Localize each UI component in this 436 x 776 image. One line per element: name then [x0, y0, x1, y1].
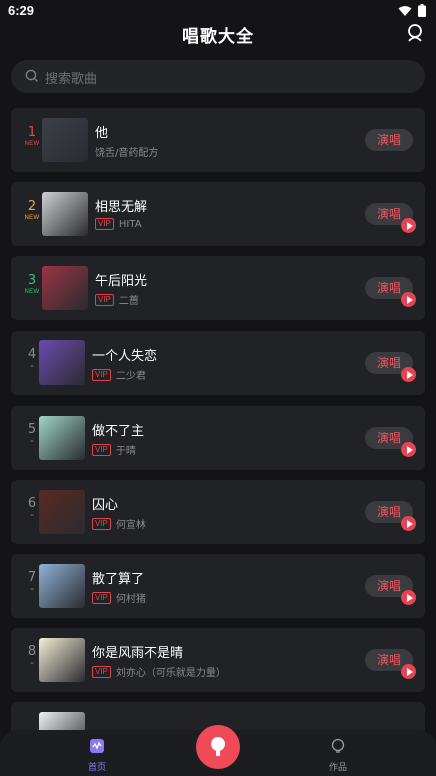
tab-home-label: 首页: [87, 763, 106, 773]
vip-badge: VIP: [92, 591, 111, 604]
song-artist: 于晴: [115, 446, 136, 457]
song-card[interactable]: 7- 散了算了 VIP 何村猪 演唱: [11, 554, 425, 618]
song-meta: 饶舌/音药配方: [95, 144, 158, 159]
record-button[interactable]: [196, 725, 240, 769]
song-meta: VIP 二少君: [92, 367, 146, 382]
mic-icon: [211, 737, 225, 756]
song-title: 做不了主: [92, 424, 145, 439]
sing-button[interactable]: 演唱: [365, 129, 413, 151]
vip-badge: VIP: [92, 665, 111, 678]
album-cover: [42, 118, 88, 162]
song-artist: 何村猪: [115, 594, 146, 605]
album-cover: [39, 564, 85, 608]
song-artist: HITA: [118, 218, 142, 230]
song-title: 囚心: [92, 498, 119, 513]
search-placeholder: 搜索歌曲: [45, 72, 98, 87]
play-icon[interactable]: [401, 664, 416, 679]
song-card[interactable]: 8- 你是风雨不是晴 VIP 刘亦心（可乐就是力量） 演唱: [11, 628, 425, 692]
wifi-icon: [398, 5, 412, 16]
song-meta: VIP 何宣林: [92, 516, 146, 531]
album-cover: [39, 490, 85, 534]
song-card[interactable]: 5- 做不了主 VIP 于晴 演唱: [11, 406, 425, 470]
home-tab-icon: [90, 739, 104, 753]
vip-badge: VIP: [92, 368, 111, 381]
song-artist: 刘亦心（可乐就是力量）: [115, 668, 226, 679]
play-icon[interactable]: [401, 442, 416, 457]
song-card[interactable]: 3 NEW 午后阳光 VIP 二蔷 演唱: [11, 256, 425, 320]
song-card[interactable]: 6- 囚心 VIP 何宣林 演唱: [11, 480, 425, 544]
vip-badge: VIP: [95, 218, 114, 230]
play-icon[interactable]: [401, 292, 416, 307]
header: 唱歌大全: [0, 18, 436, 48]
user-center-icon[interactable]: [404, 22, 426, 44]
album-cover: [39, 416, 85, 460]
search-input[interactable]: 搜索歌曲: [11, 60, 425, 93]
song-meta: VIP HITA: [95, 218, 142, 230]
album-cover: [39, 638, 85, 682]
song-title: 午后阳光: [95, 274, 148, 289]
page-title: 唱歌大全: [182, 27, 254, 47]
song-artist: 饶舌/音药配方: [95, 148, 159, 159]
vip-badge: VIP: [95, 293, 114, 306]
vip-badge: VIP: [92, 517, 111, 530]
tab-home[interactable]: 首页: [77, 738, 117, 773]
song-title: 一个人失恋: [92, 349, 158, 364]
song-artist: 何宣林: [115, 520, 146, 531]
search-icon: [25, 69, 38, 82]
bulb-tab-icon: [331, 738, 345, 753]
song-card[interactable]: 2 NEW 相思无解 VIP HITA 演唱: [11, 182, 425, 246]
album-cover: [42, 266, 88, 310]
song-artist: 二蔷: [118, 296, 139, 307]
song-title: 他: [95, 126, 109, 141]
play-icon[interactable]: [401, 218, 416, 233]
play-icon[interactable]: [401, 590, 416, 605]
status-time: 6:29: [8, 3, 35, 18]
album-cover: [42, 192, 88, 236]
vip-badge: VIP: [92, 443, 111, 456]
song-meta: VIP 何村猪: [92, 590, 146, 605]
song-card[interactable]: 1 NEW 他饶舌/音药配方 演唱: [11, 108, 425, 172]
tab-works[interactable]: 作品: [318, 738, 358, 773]
song-title: 散了算了: [92, 572, 145, 587]
song-title: 你是风雨不是晴: [92, 646, 184, 661]
song-meta: VIP 刘亦心（可乐就是力量）: [92, 664, 226, 679]
tab-works-label: 作品: [328, 763, 347, 773]
song-meta: VIP 于晴: [92, 442, 136, 457]
song-artist: 二少君: [115, 371, 146, 382]
play-icon[interactable]: [401, 516, 416, 531]
battery-icon: [418, 4, 426, 17]
song-card[interactable]: 4- 一个人失恋 VIP 二少君 演唱: [11, 331, 425, 395]
play-icon[interactable]: [401, 367, 416, 382]
album-cover: [39, 340, 85, 385]
song-title: 相思无解: [95, 200, 148, 215]
song-meta: VIP 二蔷: [95, 292, 139, 307]
status-icons: [398, 4, 426, 17]
